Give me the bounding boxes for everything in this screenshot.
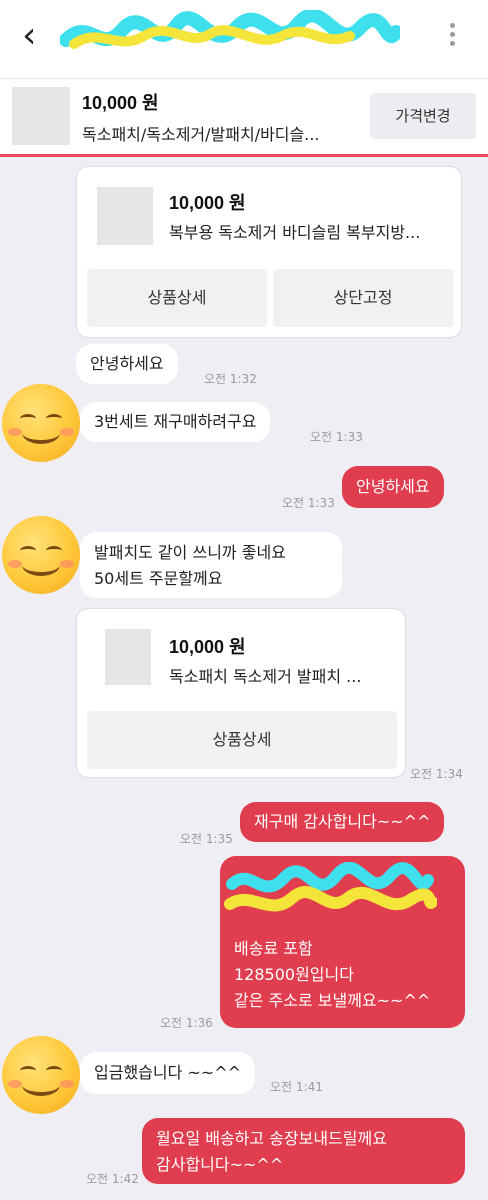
chevron-left-icon: ‹ bbox=[22, 15, 37, 56]
product-card-thumbnail[interactable] bbox=[97, 187, 153, 245]
pin-top-button[interactable]: 상단고정 bbox=[273, 269, 453, 327]
more-vertical-icon bbox=[440, 23, 464, 46]
message-line: 50세트 주문할께요 bbox=[94, 569, 223, 588]
product-card-price: 10,000 원 bbox=[169, 193, 246, 213]
message-time: 오전 1:33 bbox=[310, 430, 363, 444]
message-line: 배송료 포함 bbox=[234, 939, 313, 958]
message-bubble-outgoing: 재구매 감사합니다~~^^ bbox=[240, 802, 445, 842]
back-button[interactable]: ‹ bbox=[22, 16, 58, 56]
product-card: 10,000 원 복부용 독소제거 바디슬림 복부지방... 상품상세 상단고정 bbox=[76, 166, 462, 338]
message-bubble-incoming: 입금했습니다 ~~^^ bbox=[80, 1052, 256, 1094]
product-card-name: 독소패치 독소제거 발패치 ... bbox=[169, 667, 362, 686]
message-bubble-incoming: 안녕하세요 bbox=[76, 344, 178, 384]
message-line: 감사합니다~~^^ bbox=[156, 1155, 284, 1174]
message-bubble-incoming: 3번세트 재구매하려구요 bbox=[80, 402, 271, 442]
price-change-button[interactable]: 가격변경 bbox=[370, 93, 476, 139]
avatar-buyer bbox=[2, 1036, 80, 1114]
message-line: 같은 주소로 보낼께요~~^^ bbox=[234, 991, 431, 1010]
redaction-scribble bbox=[224, 862, 437, 912]
message-bubble-incoming: 발패치도 같이 쓰니까 좋네요 50세트 주문할께요 bbox=[80, 532, 342, 598]
message-line: 월요일 배송하고 송장보내드릴께요 bbox=[156, 1129, 387, 1148]
product-name: 독소패치/독소제거/발패치/바디슬... bbox=[82, 125, 320, 144]
message-time: 오전 1:34 bbox=[410, 767, 463, 781]
message-time: 오전 1:32 bbox=[204, 372, 257, 386]
avatar-buyer bbox=[2, 384, 80, 462]
message-line: 128500원입니다 bbox=[234, 965, 354, 984]
product-bar: 10,000 원 독소패치/독소제거/발패치/바디슬... 가격변경 bbox=[0, 78, 488, 154]
product-detail-button[interactable]: 상품상세 bbox=[87, 711, 397, 769]
redaction-scribble bbox=[60, 10, 400, 49]
avatar-buyer bbox=[2, 516, 80, 594]
product-card-price: 10,000 원 bbox=[169, 637, 246, 657]
chat-header: ‹ bbox=[0, 0, 488, 78]
message-time: 오전 1:41 bbox=[270, 1080, 323, 1094]
product-card-thumbnail[interactable] bbox=[105, 629, 151, 685]
product-price: 10,000 원 bbox=[82, 93, 159, 113]
message-time: 오전 1:42 bbox=[86, 1172, 139, 1186]
product-card: 10,000 원 독소패치 독소제거 발패치 ... 상품상세 bbox=[76, 608, 406, 778]
message-line: 발패치도 같이 쓰니까 좋네요 bbox=[94, 543, 286, 562]
message-time: 오전 1:36 bbox=[160, 1016, 213, 1030]
message-bubble-outgoing: 월요일 배송하고 송장보내드릴께요 감사합니다~~^^ bbox=[142, 1118, 465, 1184]
message-time: 오전 1:33 bbox=[282, 496, 335, 510]
message-time: 오전 1:35 bbox=[180, 832, 233, 846]
more-options-button[interactable] bbox=[440, 20, 464, 54]
message-bubble-outgoing: 안녕하세요 bbox=[342, 466, 444, 508]
product-thumbnail[interactable] bbox=[12, 87, 70, 145]
header-divider bbox=[0, 154, 488, 157]
product-detail-button[interactable]: 상품상세 bbox=[87, 269, 267, 327]
product-card-name: 복부용 독소제거 바디슬림 복부지방... bbox=[169, 223, 421, 242]
